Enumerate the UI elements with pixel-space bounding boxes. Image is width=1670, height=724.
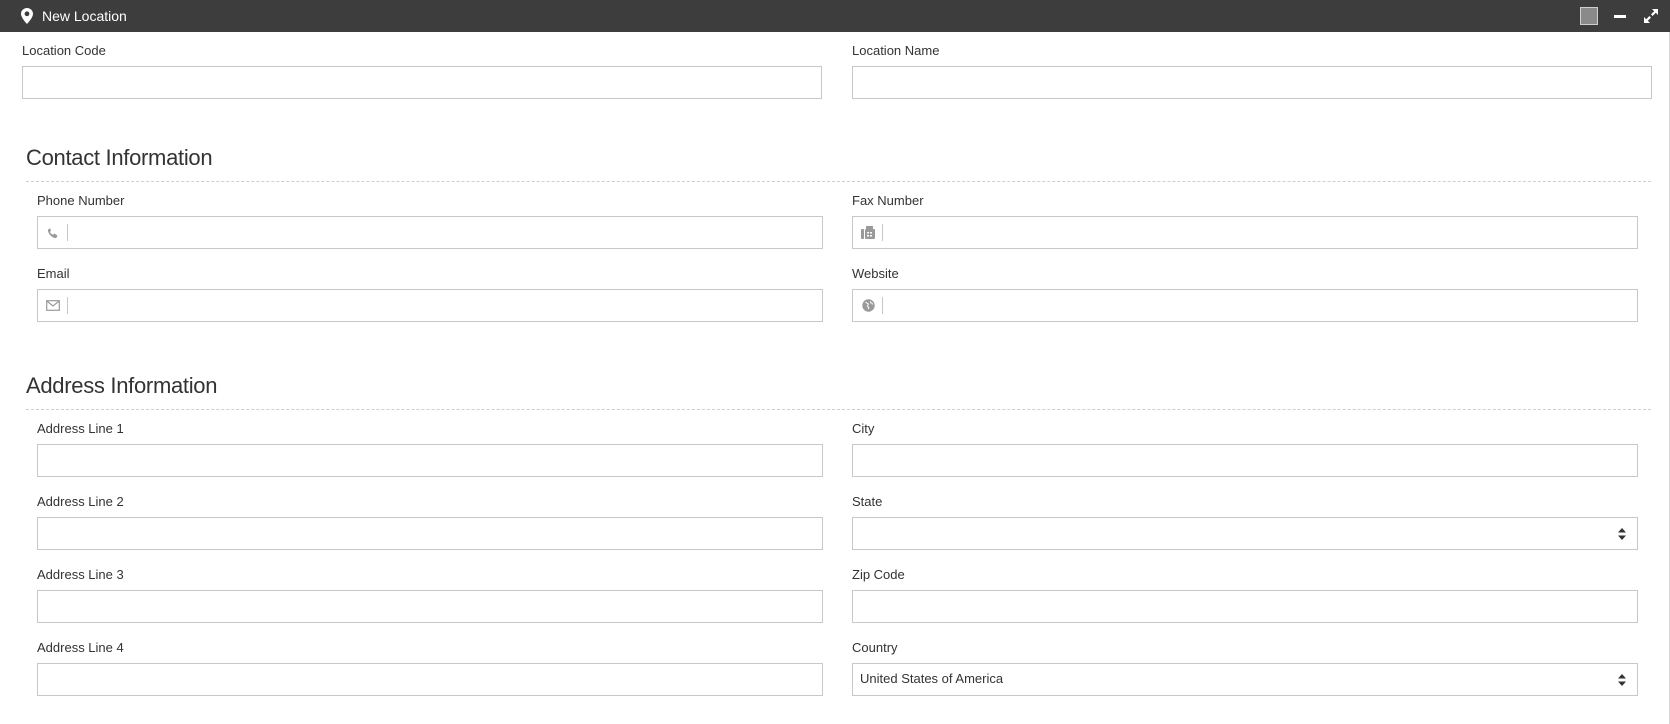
phone-label: Phone Number <box>37 193 125 208</box>
sort-caret-icon <box>1618 528 1626 540</box>
new-location-window: New Location Location Code Location Name… <box>0 0 1670 724</box>
phone-input[interactable] <box>68 217 822 248</box>
address-line-2-input[interactable] <box>38 518 822 549</box>
fax-label: Fax Number <box>852 193 924 208</box>
contact-divider <box>26 181 1651 182</box>
minimize-button[interactable] <box>1609 0 1631 32</box>
address-line-1-label: Address Line 1 <box>37 421 124 436</box>
zip-code-label: Zip Code <box>852 567 905 582</box>
globe-icon <box>861 299 875 312</box>
website-field[interactable] <box>852 289 1638 322</box>
country-label: Country <box>852 640 898 655</box>
address-line-4-input[interactable] <box>38 664 822 695</box>
restore-button[interactable] <box>1578 0 1600 32</box>
country-selected-value: United States of America <box>860 671 1004 686</box>
state-label: State <box>852 494 883 509</box>
fax-field[interactable] <box>852 216 1638 249</box>
minimize-icon <box>1614 15 1626 18</box>
address-line-1-field[interactable] <box>37 444 823 477</box>
sort-caret-icon <box>1618 674 1626 686</box>
state-select[interactable] <box>852 517 1638 550</box>
address-line-2-field[interactable] <box>37 517 823 550</box>
fax-input[interactable] <box>883 217 1637 248</box>
website-addon <box>853 290 883 321</box>
address-section-heading: Address Information <box>26 373 218 398</box>
window-titlebar: New Location <box>0 0 1670 32</box>
map-marker-icon <box>21 8 33 24</box>
phone-icon <box>47 227 58 238</box>
phone-addon <box>38 217 68 248</box>
city-input[interactable] <box>853 445 1637 476</box>
website-input[interactable] <box>883 290 1637 321</box>
location-name-field[interactable] <box>852 66 1652 99</box>
phone-field[interactable] <box>37 216 823 249</box>
city-label: City <box>852 421 875 436</box>
address-line-4-label: Address Line 4 <box>37 640 124 655</box>
address-line-4-field[interactable] <box>37 663 823 696</box>
maximize-button[interactable] <box>1640 0 1662 32</box>
email-label: Email <box>37 266 70 281</box>
window-title: New Location <box>42 8 127 24</box>
country-select[interactable]: United States of America <box>852 663 1638 696</box>
address-line-2-label: Address Line 2 <box>37 494 124 509</box>
zip-code-field[interactable] <box>852 590 1638 623</box>
address-line-1-input[interactable] <box>38 445 822 476</box>
website-label: Website <box>852 266 899 281</box>
fax-icon <box>861 226 875 239</box>
location-code-label: Location Code <box>22 43 106 58</box>
address-line-3-field[interactable] <box>37 590 823 623</box>
zip-code-input[interactable] <box>853 591 1637 622</box>
contact-section-heading: Contact Information <box>26 145 213 170</box>
address-divider <box>26 409 1651 410</box>
address-line-3-label: Address Line 3 <box>37 567 124 582</box>
expand-icon <box>1644 9 1658 23</box>
envelope-icon <box>46 300 60 311</box>
city-field[interactable] <box>852 444 1638 477</box>
location-code-field[interactable] <box>22 66 822 99</box>
location-code-input[interactable] <box>23 67 821 98</box>
fax-addon <box>853 217 883 248</box>
square-icon <box>1580 7 1598 25</box>
email-addon <box>38 290 68 321</box>
address-line-3-input[interactable] <box>38 591 822 622</box>
location-name-label: Location Name <box>852 43 940 58</box>
email-field[interactable] <box>37 289 823 322</box>
email-input[interactable] <box>68 290 822 321</box>
location-name-input[interactable] <box>853 67 1651 98</box>
